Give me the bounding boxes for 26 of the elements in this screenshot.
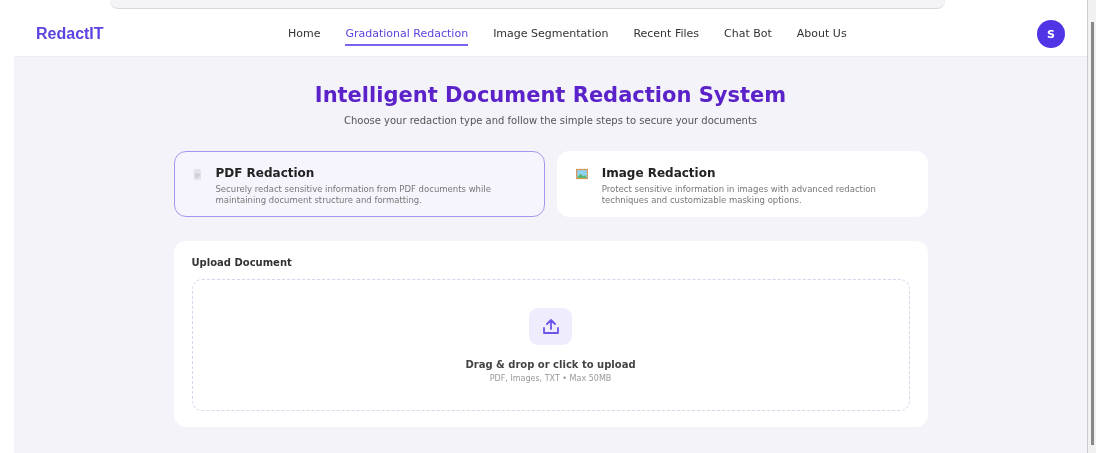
- upload-icon: [542, 318, 559, 334]
- page-title: Intelligent Document Redaction System: [314, 83, 787, 107]
- nav-link[interactable]: About Us: [796, 22, 847, 46]
- nav-link[interactable]: Chat Bot: [724, 22, 772, 46]
- nav-link[interactable]: Image Segmentation: [493, 22, 609, 46]
- redaction-option-card[interactable]: Image Redaction Protect sensitive information in images with advanced redaction techniques and customizable masking options.: [556, 151, 928, 217]
- scrollbar-thumb[interactable]: [1090, 22, 1094, 445]
- option-title: PDF Redaction: [215, 166, 316, 180]
- option-title: Image Redaction: [601, 166, 717, 180]
- option-description: Securely redact sensitive information from PDF documents while maintaining document structure and formatting.: [215, 184, 492, 207]
- nav-link[interactable]: Gradational Redaction: [345, 22, 469, 46]
- scrollbar[interactable]: [1087, 0, 1096, 453]
- nav-link[interactable]: Home: [288, 22, 321, 46]
- drop-zone[interactable]: Drag & drop or click to upload PDF, Images, TXT • Max 50MB: [191, 279, 910, 411]
- document-icon: [192, 166, 202, 183]
- logo[interactable]: RedactIT: [36, 25, 288, 43]
- upload-hint: PDF, Images, TXT • Max 50MB: [489, 373, 612, 383]
- nav-link[interactable]: Recent Files: [633, 22, 700, 46]
- upload-title: Upload Document: [191, 257, 293, 268]
- upload-button[interactable]: [529, 307, 572, 345]
- avatar[interactable]: S: [1037, 20, 1065, 48]
- image-icon: [575, 166, 588, 182]
- option-description: Protect sensitive information in images with advanced redaction techniques and customizable masking options.: [601, 184, 877, 207]
- page-subtitle: Choose your redaction type and follow the simple steps to secure your documents: [343, 115, 758, 126]
- upload-prompt: Drag & drop or click to upload: [465, 358, 636, 370]
- redaction-option-card[interactable]: PDF Redaction Securely redact sensitive information from PDF documents while maintaining document structure and formatting.: [173, 151, 545, 217]
